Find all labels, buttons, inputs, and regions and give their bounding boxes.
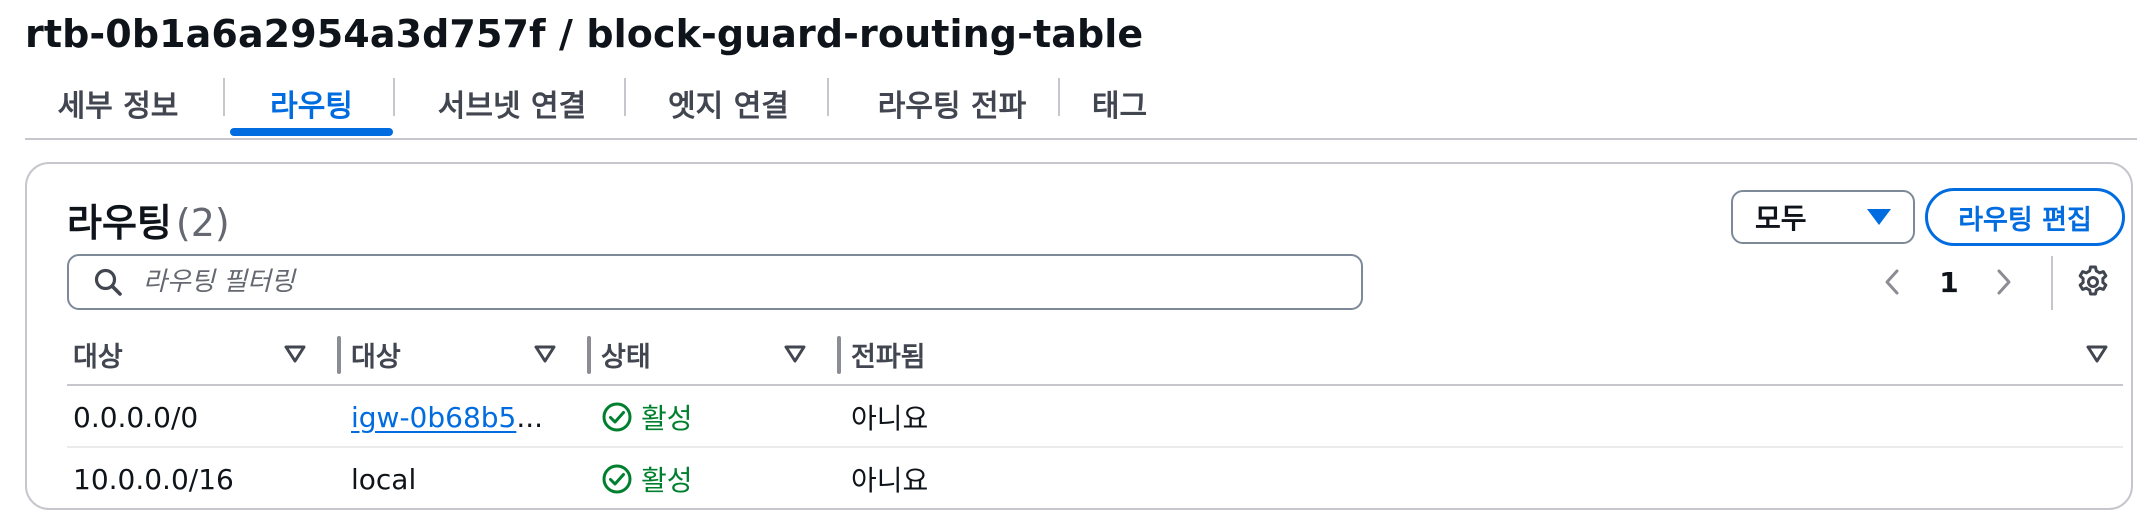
table-row: 0.0.0.0/0 igw-0b68b5... 활성 아니요 [67, 386, 2123, 448]
page-title: rtb-0b1a6a2954a3d757f / block-guard-rout… [25, 12, 1144, 56]
route-destination: 10.0.0.0/16 [73, 462, 234, 496]
check-circle-icon [602, 464, 632, 494]
tab-divider [1058, 78, 1060, 116]
routes-title: 라우팅 [67, 201, 172, 245]
tab-divider [624, 78, 626, 116]
edit-routes-button[interactable]: 라우팅 편집 [1925, 188, 2125, 246]
route-propagated: 아니요 [851, 402, 929, 435]
table-row: 10.0.0.0/16 local 활성 아니요 [67, 448, 2123, 510]
route-filter-value: 모두 [1755, 202, 1807, 235]
sort-caret-down-icon[interactable] [533, 342, 557, 366]
routes-count: (2) [175, 201, 230, 245]
caret-down-icon [1867, 209, 1891, 225]
active-tab-indicator [230, 128, 393, 136]
routes-container: 라우팅(2) 모두 라우팅 편집 1 [25, 162, 2133, 510]
column-resizer[interactable] [337, 336, 341, 374]
sort-caret-down-icon[interactable] [2085, 342, 2109, 366]
check-circle-icon [602, 402, 632, 432]
tab-details[interactable]: 세부 정보 [33, 70, 203, 136]
tab-edge-associations[interactable]: 엣지 연결 [633, 70, 824, 136]
previous-page-button[interactable] [1875, 260, 1909, 304]
next-page-button[interactable] [1987, 260, 2021, 304]
column-header-destination[interactable]: 대상 [73, 324, 123, 384]
pager-divider [2051, 256, 2053, 310]
chevron-right-icon [1997, 269, 2011, 295]
status-text: 활성 [641, 464, 693, 497]
tab-routes[interactable]: 라우팅 [230, 70, 393, 136]
column-header-status[interactable]: 상태 [601, 324, 651, 384]
table-preferences-button[interactable] [2071, 260, 2115, 304]
column-resizer[interactable] [837, 336, 841, 374]
route-search-input[interactable] [141, 266, 1245, 298]
tab-divider [223, 78, 225, 116]
chevron-left-icon [1885, 269, 1899, 295]
route-target: local [351, 462, 417, 496]
route-filter-select[interactable]: 모두 [1731, 190, 1915, 244]
column-header-propagated[interactable]: 전파됨 [851, 324, 926, 384]
sort-caret-down-icon[interactable] [783, 342, 807, 366]
sort-caret-down-icon[interactable] [283, 342, 307, 366]
tab-bar: 세부 정보 라우팅 서브넷 연결 엣지 연결 라우팅 전파 태그 [25, 70, 2137, 140]
gear-icon [2078, 265, 2108, 296]
route-target-cell: igw-0b68b5... [351, 386, 543, 448]
tab-divider [827, 78, 829, 116]
column-header-target[interactable]: 대상 [351, 324, 401, 384]
tab-tags[interactable]: 태그 [1072, 70, 1167, 136]
search-icon [91, 265, 125, 299]
route-search-box[interactable] [67, 254, 1363, 310]
truncation-ellipsis: ... [516, 400, 544, 434]
route-status: 활성 [601, 448, 693, 510]
route-status: 활성 [601, 386, 693, 448]
column-resizer[interactable] [587, 336, 591, 374]
route-destination: 0.0.0.0/0 [73, 400, 199, 434]
tab-route-propagation[interactable]: 라우팅 전파 [837, 70, 1067, 136]
tab-divider [393, 78, 395, 116]
tab-subnet-associations[interactable]: 서브넷 연결 [403, 70, 621, 136]
routes-heading: 라우팅 (2) [67, 192, 230, 247]
routes-table-header: 대상 대상 상태 전파됨 [67, 324, 2123, 386]
route-target-link[interactable]: igw-0b68b5 [351, 401, 516, 434]
route-propagated: 아니요 [851, 464, 929, 497]
status-text: 활성 [641, 402, 693, 435]
page-number-button[interactable]: 1 [1929, 260, 1969, 304]
